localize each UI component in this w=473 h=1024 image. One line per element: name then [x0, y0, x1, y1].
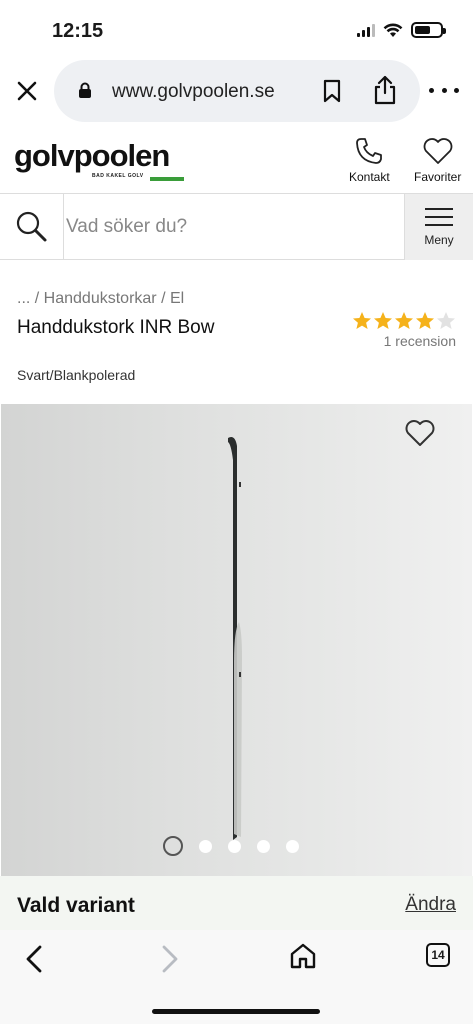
- share-icon[interactable]: [372, 75, 398, 105]
- logo-text: golvpoolen: [14, 138, 170, 173]
- phone-icon: [356, 138, 383, 164]
- review-count[interactable]: 1 recension: [384, 333, 456, 349]
- gallery-dot[interactable]: [163, 836, 183, 856]
- selected-variant-label: Vald variant: [17, 894, 135, 917]
- favorites-button[interactable]: Favoriter: [414, 136, 461, 184]
- more-button[interactable]: [429, 80, 459, 100]
- battery-icon: [411, 22, 446, 38]
- signal-icon: [357, 23, 375, 37]
- gallery-dot[interactable]: [286, 839, 299, 853]
- menu-label: Meny: [424, 232, 454, 247]
- logo-tagline: BAD KAKEL GOLV: [92, 173, 144, 179]
- star-empty-icon: [437, 312, 455, 329]
- search-icon: [16, 211, 46, 242]
- hamburger-icon: [425, 207, 453, 226]
- gallery-pagination: [163, 836, 299, 856]
- gallery-dot[interactable]: [228, 839, 241, 853]
- gallery-dot[interactable]: [199, 839, 212, 853]
- home-icon[interactable]: [289, 942, 317, 970]
- change-variant-link[interactable]: Ändra: [405, 894, 456, 916]
- contact-button[interactable]: Kontakt: [349, 136, 390, 184]
- tab-count: 14: [431, 948, 445, 962]
- search-row: Meny: [0, 194, 473, 260]
- product-variant: Svart/Blankpolerad: [17, 367, 136, 383]
- add-to-favorites-icon[interactable]: [404, 418, 436, 448]
- close-button[interactable]: [12, 76, 42, 106]
- status-time: 12:15: [52, 20, 104, 42]
- bookmark-icon[interactable]: [322, 79, 342, 103]
- lock-icon: [79, 82, 91, 98]
- breadcrumb[interactable]: ... / Handdukstorkar / El: [17, 290, 184, 308]
- product-image: [228, 437, 242, 840]
- gallery-dot[interactable]: [257, 839, 270, 853]
- product-rating[interactable]: 1 recension: [352, 311, 456, 349]
- star-filled-icon: [416, 312, 434, 329]
- back-icon[interactable]: [22, 944, 48, 974]
- home-indicator: [152, 1009, 320, 1014]
- tabs-button[interactable]: 14: [426, 943, 450, 967]
- search-input[interactable]: [66, 208, 396, 246]
- status-icons: [357, 22, 446, 38]
- contact-label: Kontakt: [349, 170, 390, 184]
- site-header: golvpoolen BAD KAKEL GOLV Kontakt Favori…: [0, 130, 473, 194]
- address-bar[interactable]: www.golvpoolen.se: [54, 60, 420, 122]
- browser-bar: www.golvpoolen.se: [0, 58, 473, 124]
- url-text: www.golvpoolen.se: [112, 81, 275, 102]
- star-filled-icon: [374, 312, 392, 329]
- favorites-label: Favoriter: [414, 170, 462, 184]
- heart-icon: [423, 138, 453, 164]
- browser-toolbar: 14: [0, 930, 473, 1024]
- product-title: Handdukstork INR Bow: [17, 317, 215, 338]
- selected-variant-bar: Vald variant Ändra: [0, 876, 473, 930]
- logo-accent-bar: [150, 177, 184, 181]
- star-filled-icon: [395, 312, 413, 329]
- star-filled-icon: [353, 312, 371, 329]
- close-icon: [17, 81, 37, 101]
- wifi-icon: [383, 22, 403, 37]
- forward-icon[interactable]: [156, 944, 182, 974]
- product-gallery[interactable]: [1, 404, 472, 876]
- logo[interactable]: golvpoolen BAD KAKEL GOLV: [14, 138, 184, 181]
- status-bar: 12:15: [0, 0, 473, 60]
- search-button[interactable]: [0, 194, 64, 260]
- menu-button[interactable]: Meny: [404, 194, 473, 260]
- rating-stars: [352, 311, 456, 331]
